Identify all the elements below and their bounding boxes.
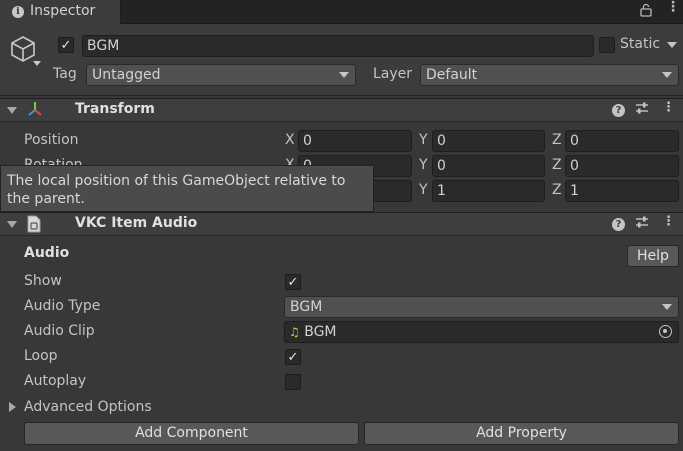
rotation-z-label[interactable]: Z [552, 157, 562, 173]
position-x-field[interactable]: 0 [298, 130, 412, 152]
tab-menu-icon[interactable]: ⋮ [666, 0, 680, 14]
autoplay-checkbox[interactable] [285, 374, 301, 390]
rotation-y-field[interactable]: 0 [432, 155, 545, 177]
scale-y-field[interactable]: 1 [432, 180, 545, 202]
tag-label: Tag [53, 66, 77, 82]
audio-type-label: Audio Type [24, 298, 101, 314]
component-menu-icon[interactable]: ⋮ [662, 100, 675, 115]
layer-value: Default [426, 67, 478, 83]
tooltip: The local position of this GameObject re… [0, 165, 374, 212]
presets-icon[interactable] [635, 215, 649, 233]
chevron-down-icon [662, 72, 672, 78]
transform-fold-icon[interactable] [7, 107, 17, 114]
add-component-button[interactable]: Add Component [24, 422, 359, 445]
position-y-label[interactable]: Y [419, 132, 428, 148]
help-icon[interactable]: ? [612, 104, 625, 117]
audio-clip-field[interactable]: ♫ BGM [284, 321, 679, 343]
chevron-down-icon [339, 72, 349, 78]
loop-label: Loop [24, 348, 58, 364]
transform-title: Transform [75, 101, 155, 117]
active-checkbox[interactable]: ✓ [58, 37, 74, 53]
rotation-z-field[interactable]: 0 [565, 155, 679, 177]
position-z-field[interactable]: 0 [565, 130, 679, 152]
layer-label: Layer [373, 66, 413, 82]
advanced-options-fold-icon[interactable] [9, 402, 16, 412]
add-property-button[interactable]: Add Property [364, 422, 679, 445]
tag-dropdown[interactable]: Untagged [86, 64, 356, 86]
loop-checkbox[interactable]: ✓ [285, 349, 301, 365]
icon-dropdown-arrow-icon[interactable] [33, 61, 41, 66]
lock-icon[interactable] [640, 3, 652, 20]
position-y-field[interactable]: 0 [432, 130, 545, 152]
audio-section-label: Audio [24, 245, 70, 261]
show-checkbox[interactable]: ✓ [285, 274, 301, 290]
vkc-fold-icon[interactable] [7, 221, 17, 228]
object-name-field[interactable]: BGM [82, 35, 594, 57]
object-picker-icon[interactable] [659, 325, 672, 338]
rotation-y-label[interactable]: Y [419, 157, 428, 173]
help-button[interactable]: Help [627, 245, 679, 267]
audio-clip-icon: ♫ [289, 325, 300, 339]
static-checkbox[interactable] [599, 37, 615, 53]
audio-clip-label: Audio Clip [24, 323, 95, 339]
transform-icon [26, 100, 44, 122]
vkc-item-audio-title: VKC Item Audio [75, 215, 198, 231]
help-icon[interactable]: ? [612, 218, 625, 231]
component-menu-icon[interactable]: ⋮ [662, 214, 675, 229]
show-label: Show [24, 273, 62, 289]
info-icon: i [12, 6, 24, 18]
audio-type-dropdown[interactable]: BGM [284, 296, 679, 318]
layer-dropdown[interactable]: Default [420, 64, 679, 86]
position-z-label[interactable]: Z [552, 132, 562, 148]
tab-inspector[interactable]: i Inspector [0, 0, 121, 24]
static-label: Static [620, 36, 661, 52]
chevron-down-icon [662, 304, 672, 310]
scale-z-field[interactable]: 1 [565, 180, 679, 202]
position-x-label[interactable]: X [285, 132, 295, 148]
script-icon [26, 215, 42, 237]
audio-clip-value: BGM [304, 324, 337, 340]
autoplay-label: Autoplay [24, 373, 87, 389]
scale-y-label[interactable]: Y [419, 182, 428, 198]
static-dropdown-arrow-icon[interactable] [667, 42, 677, 48]
scale-z-label[interactable]: Z [552, 182, 562, 198]
position-label: Position [24, 132, 79, 148]
audio-type-value: BGM [290, 299, 323, 315]
tag-value: Untagged [92, 67, 161, 83]
presets-icon[interactable] [635, 101, 649, 119]
advanced-options-foldout[interactable]: Advanced Options [24, 399, 152, 415]
tab-title: Inspector [30, 3, 96, 19]
